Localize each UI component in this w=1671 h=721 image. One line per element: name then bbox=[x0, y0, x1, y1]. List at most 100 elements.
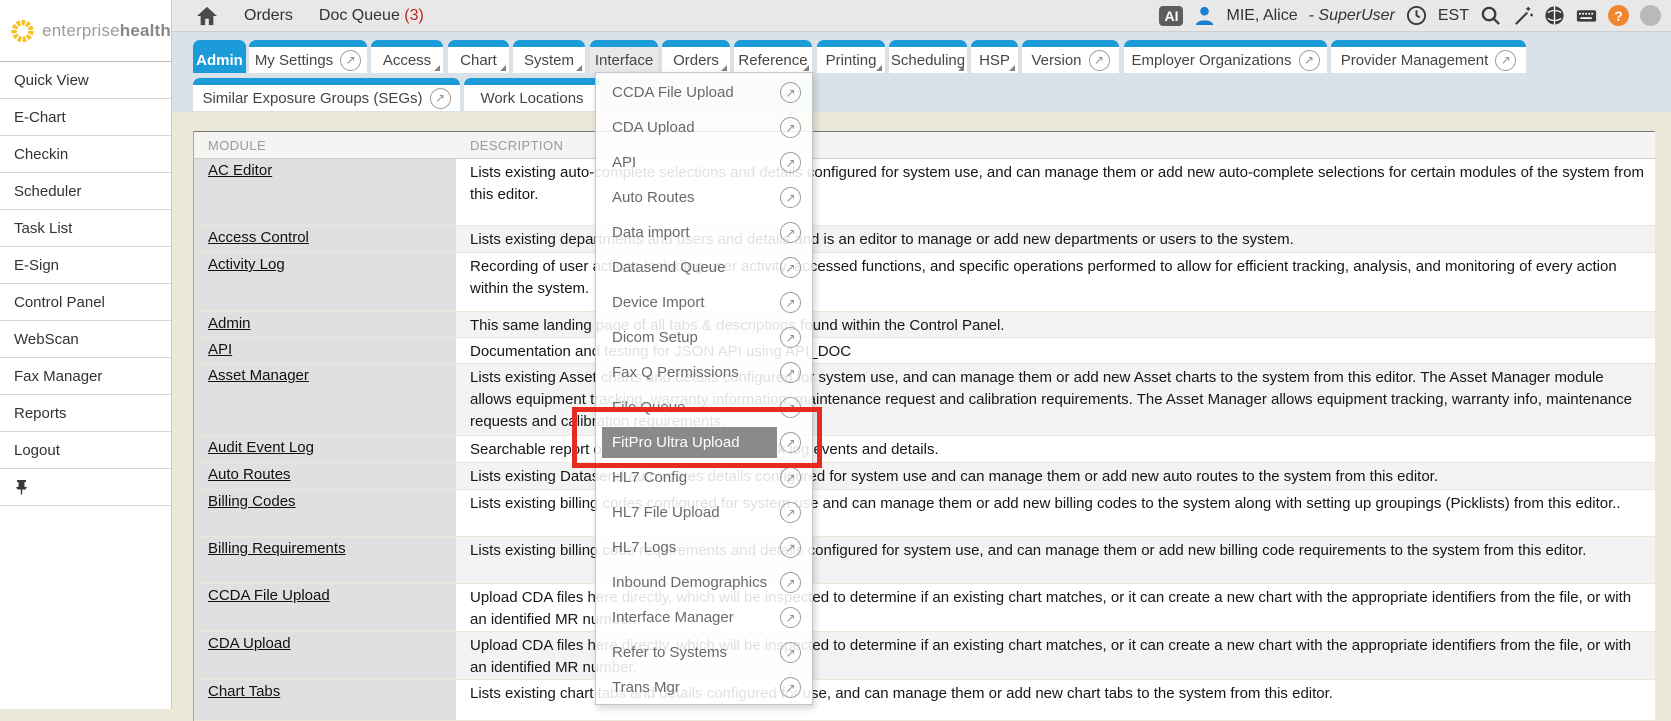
sidebar-pin[interactable] bbox=[0, 469, 171, 506]
module-link-billing-codes[interactable]: Billing Codes bbox=[208, 493, 296, 510]
sidebar-item-fax-manager[interactable]: Fax Manager bbox=[0, 358, 171, 395]
module-link-billing-requirements[interactable]: Billing Requirements bbox=[208, 540, 346, 557]
module-link-auto-routes[interactable]: Auto Routes bbox=[208, 466, 291, 483]
user-icon[interactable] bbox=[1194, 5, 1215, 26]
sidebar-item-task-list[interactable]: Task List bbox=[0, 210, 171, 247]
external-link-icon[interactable] bbox=[780, 362, 801, 383]
module-link-chart-tabs[interactable]: Chart Tabs bbox=[208, 683, 280, 700]
tab-reference[interactable]: Reference bbox=[734, 40, 812, 73]
sidebar-item-quick-view[interactable]: Quick View bbox=[0, 62, 171, 99]
external-link-icon[interactable] bbox=[780, 467, 801, 488]
tab-interface[interactable]: Interface bbox=[590, 40, 658, 73]
keyboard-icon[interactable] bbox=[1576, 5, 1597, 26]
module-link-activity-log[interactable]: Activity Log bbox=[208, 256, 285, 273]
sidebar-item-webscan[interactable]: WebScan bbox=[0, 321, 171, 358]
external-link-icon[interactable] bbox=[780, 152, 801, 173]
sidebar-item-checkin[interactable]: Checkin bbox=[0, 136, 171, 173]
module-link-ac-editor[interactable]: AC Editor bbox=[208, 162, 272, 179]
external-link-icon[interactable] bbox=[780, 572, 801, 593]
menu-item-dicom-setup[interactable]: Dicom Setup bbox=[596, 320, 812, 355]
sidebar-item-scheduler[interactable]: Scheduler bbox=[0, 173, 171, 210]
dropdown-corner-icon bbox=[803, 65, 809, 71]
external-link-icon[interactable] bbox=[780, 257, 801, 278]
menu-item-hl7-file-upload[interactable]: HL7 File Upload bbox=[596, 495, 812, 530]
nav-doc-queue[interactable]: Doc Queue (3) bbox=[319, 7, 424, 25]
magic-wand-icon[interactable] bbox=[1512, 5, 1533, 26]
dropdown-corner-icon bbox=[958, 65, 964, 71]
module-link-cda-upload[interactable]: CDA Upload bbox=[208, 635, 291, 652]
tab-hsp[interactable]: HSP bbox=[971, 40, 1018, 73]
search-icon[interactable] bbox=[1480, 5, 1501, 26]
home-icon[interactable] bbox=[196, 6, 218, 26]
menu-item-inbound-demographics[interactable]: Inbound Demographics bbox=[596, 565, 812, 600]
menu-item-refer-to-systems[interactable]: Refer to Systems bbox=[596, 635, 812, 670]
menu-item-interface-manager[interactable]: Interface Manager bbox=[596, 600, 812, 635]
tab-provider-management[interactable]: Provider Management bbox=[1331, 40, 1526, 73]
tab-access[interactable]: Access bbox=[371, 40, 443, 73]
menu-item-api[interactable]: API bbox=[596, 145, 812, 180]
external-link-icon[interactable] bbox=[780, 432, 801, 453]
menu-item-device-import[interactable]: Device Import bbox=[596, 285, 812, 320]
sidebar-item-e-sign[interactable]: E-Sign bbox=[0, 247, 171, 284]
module-link-audit-event-log[interactable]: Audit Event Log bbox=[208, 439, 314, 456]
status-circle-icon[interactable] bbox=[1640, 5, 1661, 26]
tab-scheduling[interactable]: Scheduling bbox=[889, 40, 967, 73]
module-link-api[interactable]: API bbox=[208, 341, 232, 358]
tab-my-settings[interactable]: My Settings bbox=[249, 40, 367, 73]
table-row: Admin This same landing page of all tabs… bbox=[194, 312, 1655, 337]
doc-queue-count: (3) bbox=[404, 7, 424, 24]
menu-item-datasend-queue[interactable]: Datasend Queue bbox=[596, 250, 812, 285]
external-link-icon[interactable] bbox=[780, 187, 801, 208]
module-link-admin[interactable]: Admin bbox=[208, 315, 251, 332]
external-link-icon[interactable] bbox=[780, 607, 801, 628]
module-link-ccda-file-upload[interactable]: CCDA File Upload bbox=[208, 587, 330, 604]
sidebar-item-control-panel[interactable]: Control Panel bbox=[0, 284, 171, 321]
external-link-icon[interactable] bbox=[780, 537, 801, 558]
menu-item-fitpro-ultra-upload[interactable]: FitPro Ultra Upload bbox=[596, 425, 812, 460]
help-icon[interactable]: ? bbox=[1608, 5, 1629, 26]
table-row: Access Control Lists existing department… bbox=[194, 226, 1655, 252]
user-name[interactable]: MIE, Alice bbox=[1226, 7, 1297, 25]
external-link-icon[interactable] bbox=[780, 82, 801, 103]
dropdown-corner-icon bbox=[1009, 65, 1015, 71]
menu-item-trans-mgr[interactable]: Trans Mgr bbox=[596, 670, 812, 705]
menu-item-hl7-config[interactable]: HL7 Config bbox=[596, 460, 812, 495]
external-link-icon[interactable] bbox=[780, 642, 801, 663]
dropdown-corner-icon bbox=[721, 65, 727, 71]
tab-work-locations[interactable]: Work Locations bbox=[464, 78, 600, 111]
tab-system[interactable]: System bbox=[513, 40, 585, 73]
module-link-access-control[interactable]: Access Control bbox=[208, 229, 309, 246]
menu-item-file-queue[interactable]: File Queue bbox=[596, 390, 812, 425]
tab-employer-organizations[interactable]: Employer Organizations bbox=[1124, 40, 1327, 73]
menu-item-auto-routes[interactable]: Auto Routes bbox=[596, 180, 812, 215]
external-link-icon[interactable] bbox=[780, 327, 801, 348]
table-row: CDA Upload Upload CDA files here directl… bbox=[194, 632, 1655, 679]
globe-icon[interactable] bbox=[1544, 5, 1565, 26]
tab-version[interactable]: Version bbox=[1022, 40, 1119, 73]
external-link-icon[interactable] bbox=[780, 677, 801, 698]
clock-icon[interactable] bbox=[1406, 5, 1427, 26]
external-link-icon[interactable] bbox=[780, 502, 801, 523]
tab-chart[interactable]: Chart bbox=[448, 40, 509, 73]
tab-printing[interactable]: Printing bbox=[817, 40, 885, 73]
external-link-icon[interactable] bbox=[780, 222, 801, 243]
module-table: MODULE DESCRIPTION AC Editor Lists exist… bbox=[193, 131, 1655, 721]
external-link-icon[interactable] bbox=[780, 397, 801, 418]
tab-similar-exposure-groups[interactable]: Similar Exposure Groups (SEGs) bbox=[193, 78, 460, 111]
external-link-icon[interactable] bbox=[780, 117, 801, 138]
dropdown-corner-icon bbox=[500, 65, 506, 71]
module-link-asset-manager[interactable]: Asset Manager bbox=[208, 367, 309, 384]
external-link-icon[interactable] bbox=[780, 292, 801, 313]
ai-badge[interactable]: AI bbox=[1159, 6, 1183, 26]
menu-item-cda-upload[interactable]: CDA Upload bbox=[596, 110, 812, 145]
menu-item-data-import[interactable]: Data import bbox=[596, 215, 812, 250]
sidebar-item-logout[interactable]: Logout bbox=[0, 432, 171, 469]
tab-admin[interactable]: Admin bbox=[193, 40, 246, 73]
sidebar-item-e-chart[interactable]: E-Chart bbox=[0, 99, 171, 136]
nav-orders[interactable]: Orders bbox=[244, 7, 293, 25]
sidebar-item-reports[interactable]: Reports bbox=[0, 395, 171, 432]
menu-item-fax-q-permissions[interactable]: Fax Q Permissions bbox=[596, 355, 812, 390]
menu-item-hl7-logs[interactable]: HL7 Logs bbox=[596, 530, 812, 565]
tab-orders[interactable]: Orders bbox=[662, 40, 730, 73]
menu-item-ccda-file-upload[interactable]: CCDA File Upload bbox=[596, 75, 812, 110]
